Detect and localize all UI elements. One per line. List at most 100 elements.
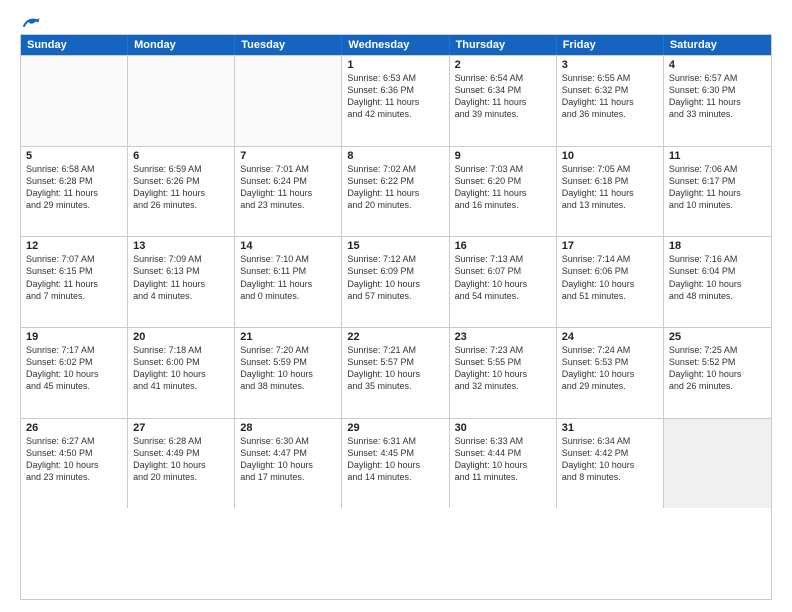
day-number: 11: [669, 150, 766, 162]
day-number: 20: [133, 331, 229, 343]
weekday-header: Sunday: [21, 35, 128, 55]
day-info: Sunrise: 7:09 AM Sunset: 6:13 PM Dayligh…: [133, 253, 229, 302]
calendar-cell: 22Sunrise: 7:21 AM Sunset: 5:57 PM Dayli…: [342, 328, 449, 418]
calendar-body: 1Sunrise: 6:53 AM Sunset: 6:36 PM Daylig…: [21, 55, 771, 599]
calendar-cell: 28Sunrise: 6:30 AM Sunset: 4:47 PM Dayli…: [235, 419, 342, 509]
calendar-cell: 2Sunrise: 6:54 AM Sunset: 6:34 PM Daylig…: [450, 56, 557, 146]
day-number: 17: [562, 240, 658, 252]
weekday-header: Tuesday: [235, 35, 342, 55]
day-number: 21: [240, 331, 336, 343]
calendar-cell: [235, 56, 342, 146]
calendar-page: SundayMondayTuesdayWednesdayThursdayFrid…: [0, 0, 792, 612]
weekday-header: Thursday: [450, 35, 557, 55]
calendar-header: SundayMondayTuesdayWednesdayThursdayFrid…: [21, 35, 771, 55]
day-info: Sunrise: 6:55 AM Sunset: 6:32 PM Dayligh…: [562, 72, 658, 121]
calendar-cell: 1Sunrise: 6:53 AM Sunset: 6:36 PM Daylig…: [342, 56, 449, 146]
calendar-cell: 7Sunrise: 7:01 AM Sunset: 6:24 PM Daylig…: [235, 147, 342, 237]
day-number: 6: [133, 150, 229, 162]
day-info: Sunrise: 7:23 AM Sunset: 5:55 PM Dayligh…: [455, 344, 551, 393]
calendar-row: 1Sunrise: 6:53 AM Sunset: 6:36 PM Daylig…: [21, 55, 771, 146]
day-number: 7: [240, 150, 336, 162]
calendar-cell: 18Sunrise: 7:16 AM Sunset: 6:04 PM Dayli…: [664, 237, 771, 327]
calendar-cell: 11Sunrise: 7:06 AM Sunset: 6:17 PM Dayli…: [664, 147, 771, 237]
calendar-cell: 20Sunrise: 7:18 AM Sunset: 6:00 PM Dayli…: [128, 328, 235, 418]
calendar-cell: 8Sunrise: 7:02 AM Sunset: 6:22 PM Daylig…: [342, 147, 449, 237]
calendar-row: 12Sunrise: 7:07 AM Sunset: 6:15 PM Dayli…: [21, 236, 771, 327]
day-info: Sunrise: 6:54 AM Sunset: 6:34 PM Dayligh…: [455, 72, 551, 121]
day-number: 9: [455, 150, 551, 162]
calendar-cell: 3Sunrise: 6:55 AM Sunset: 6:32 PM Daylig…: [557, 56, 664, 146]
day-number: 29: [347, 422, 443, 434]
day-number: 15: [347, 240, 443, 252]
day-info: Sunrise: 7:07 AM Sunset: 6:15 PM Dayligh…: [26, 253, 122, 302]
day-info: Sunrise: 6:30 AM Sunset: 4:47 PM Dayligh…: [240, 435, 336, 484]
day-info: Sunrise: 7:16 AM Sunset: 6:04 PM Dayligh…: [669, 253, 766, 302]
calendar-cell: 14Sunrise: 7:10 AM Sunset: 6:11 PM Dayli…: [235, 237, 342, 327]
weekday-header: Wednesday: [342, 35, 449, 55]
header: [20, 16, 772, 26]
day-info: Sunrise: 7:13 AM Sunset: 6:07 PM Dayligh…: [455, 253, 551, 302]
day-number: 28: [240, 422, 336, 434]
day-number: 18: [669, 240, 766, 252]
day-info: Sunrise: 7:05 AM Sunset: 6:18 PM Dayligh…: [562, 163, 658, 212]
day-number: 5: [26, 150, 122, 162]
day-info: Sunrise: 7:03 AM Sunset: 6:20 PM Dayligh…: [455, 163, 551, 212]
day-number: 8: [347, 150, 443, 162]
day-number: 1: [347, 59, 443, 71]
day-info: Sunrise: 6:53 AM Sunset: 6:36 PM Dayligh…: [347, 72, 443, 121]
day-number: 25: [669, 331, 766, 343]
calendar-cell: 4Sunrise: 6:57 AM Sunset: 6:30 PM Daylig…: [664, 56, 771, 146]
day-number: 23: [455, 331, 551, 343]
day-number: 27: [133, 422, 229, 434]
day-number: 30: [455, 422, 551, 434]
calendar-row: 5Sunrise: 6:58 AM Sunset: 6:28 PM Daylig…: [21, 146, 771, 237]
calendar-cell: 17Sunrise: 7:14 AM Sunset: 6:06 PM Dayli…: [557, 237, 664, 327]
calendar-cell: [21, 56, 128, 146]
day-info: Sunrise: 7:21 AM Sunset: 5:57 PM Dayligh…: [347, 344, 443, 393]
calendar: SundayMondayTuesdayWednesdayThursdayFrid…: [20, 34, 772, 600]
calendar-cell: [128, 56, 235, 146]
day-info: Sunrise: 7:25 AM Sunset: 5:52 PM Dayligh…: [669, 344, 766, 393]
calendar-cell: 21Sunrise: 7:20 AM Sunset: 5:59 PM Dayli…: [235, 328, 342, 418]
day-info: Sunrise: 7:02 AM Sunset: 6:22 PM Dayligh…: [347, 163, 443, 212]
day-info: Sunrise: 6:59 AM Sunset: 6:26 PM Dayligh…: [133, 163, 229, 212]
calendar-cell: 24Sunrise: 7:24 AM Sunset: 5:53 PM Dayli…: [557, 328, 664, 418]
day-info: Sunrise: 7:01 AM Sunset: 6:24 PM Dayligh…: [240, 163, 336, 212]
calendar-cell: 19Sunrise: 7:17 AM Sunset: 6:02 PM Dayli…: [21, 328, 128, 418]
calendar-cell: 25Sunrise: 7:25 AM Sunset: 5:52 PM Dayli…: [664, 328, 771, 418]
day-number: 22: [347, 331, 443, 343]
calendar-cell: 16Sunrise: 7:13 AM Sunset: 6:07 PM Dayli…: [450, 237, 557, 327]
day-number: 4: [669, 59, 766, 71]
day-info: Sunrise: 7:18 AM Sunset: 6:00 PM Dayligh…: [133, 344, 229, 393]
calendar-cell: 26Sunrise: 6:27 AM Sunset: 4:50 PM Dayli…: [21, 419, 128, 509]
calendar-cell: 13Sunrise: 7:09 AM Sunset: 6:13 PM Dayli…: [128, 237, 235, 327]
calendar-row: 26Sunrise: 6:27 AM Sunset: 4:50 PM Dayli…: [21, 418, 771, 509]
day-number: 24: [562, 331, 658, 343]
day-info: Sunrise: 6:33 AM Sunset: 4:44 PM Dayligh…: [455, 435, 551, 484]
calendar-cell: 29Sunrise: 6:31 AM Sunset: 4:45 PM Dayli…: [342, 419, 449, 509]
weekday-header: Saturday: [664, 35, 771, 55]
day-number: 13: [133, 240, 229, 252]
calendar-cell: [664, 419, 771, 509]
day-info: Sunrise: 7:20 AM Sunset: 5:59 PM Dayligh…: [240, 344, 336, 393]
day-number: 31: [562, 422, 658, 434]
day-info: Sunrise: 6:34 AM Sunset: 4:42 PM Dayligh…: [562, 435, 658, 484]
calendar-cell: 23Sunrise: 7:23 AM Sunset: 5:55 PM Dayli…: [450, 328, 557, 418]
calendar-cell: 5Sunrise: 6:58 AM Sunset: 6:28 PM Daylig…: [21, 147, 128, 237]
day-info: Sunrise: 7:24 AM Sunset: 5:53 PM Dayligh…: [562, 344, 658, 393]
day-number: 14: [240, 240, 336, 252]
day-info: Sunrise: 6:31 AM Sunset: 4:45 PM Dayligh…: [347, 435, 443, 484]
weekday-header: Monday: [128, 35, 235, 55]
day-info: Sunrise: 6:57 AM Sunset: 6:30 PM Dayligh…: [669, 72, 766, 121]
day-info: Sunrise: 7:12 AM Sunset: 6:09 PM Dayligh…: [347, 253, 443, 302]
calendar-cell: 30Sunrise: 6:33 AM Sunset: 4:44 PM Dayli…: [450, 419, 557, 509]
calendar-cell: 31Sunrise: 6:34 AM Sunset: 4:42 PM Dayli…: [557, 419, 664, 509]
day-info: Sunrise: 6:28 AM Sunset: 4:49 PM Dayligh…: [133, 435, 229, 484]
day-number: 26: [26, 422, 122, 434]
logo-bird-icon: [22, 16, 40, 30]
day-number: 10: [562, 150, 658, 162]
calendar-cell: 10Sunrise: 7:05 AM Sunset: 6:18 PM Dayli…: [557, 147, 664, 237]
day-info: Sunrise: 7:10 AM Sunset: 6:11 PM Dayligh…: [240, 253, 336, 302]
day-number: 19: [26, 331, 122, 343]
calendar-cell: 12Sunrise: 7:07 AM Sunset: 6:15 PM Dayli…: [21, 237, 128, 327]
